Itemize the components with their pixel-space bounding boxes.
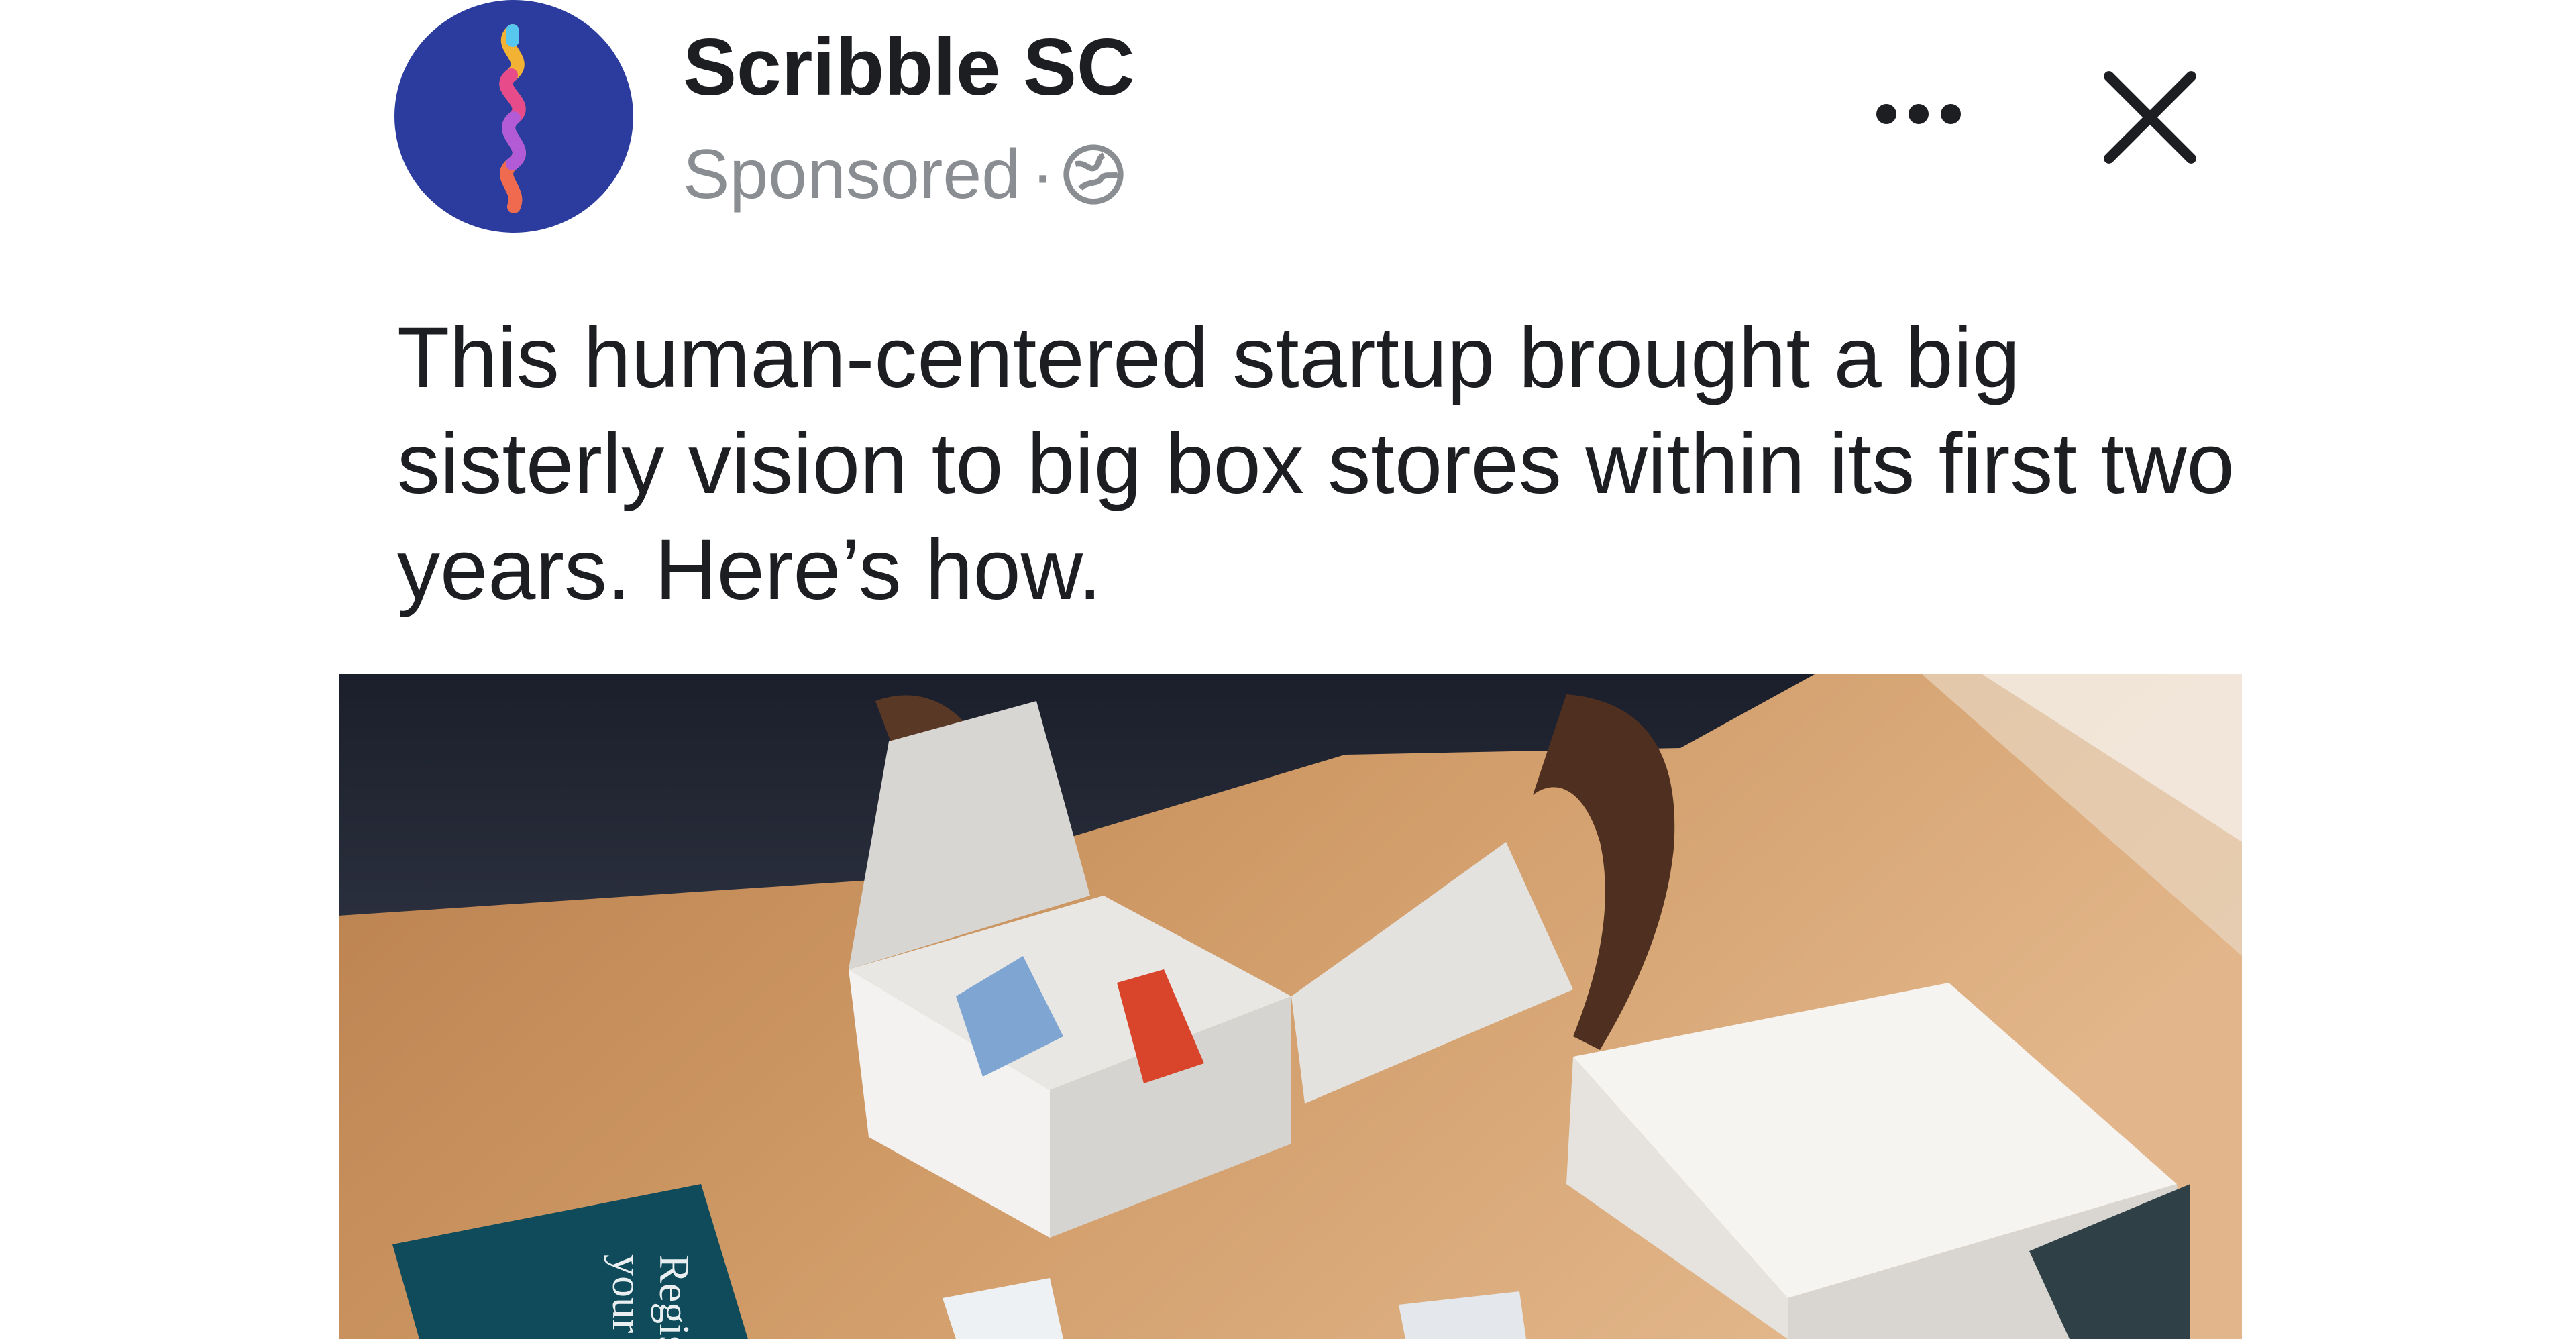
more-options-dot	[1909, 104, 1929, 124]
more-options-dot	[1941, 104, 1961, 124]
more-options-icon	[1876, 104, 1896, 124]
meta-separator: ·	[1031, 136, 1055, 213]
close-button[interactable]	[2093, 60, 2207, 174]
booklet-text: Regis your	[604, 1254, 698, 1339]
scribble-logo-icon	[499, 24, 526, 213]
booklet-line: Regis	[651, 1254, 698, 1339]
globe-icon	[1061, 142, 1126, 207]
sponsored-post: Scribble SC Sponsored · This human-cente…	[0, 0, 2576, 1339]
ad-image[interactable]	[339, 674, 2242, 1339]
product-box-photo	[339, 674, 2242, 1339]
booklet-line: your	[604, 1254, 651, 1334]
close-icon	[2104, 71, 2196, 164]
more-options-button[interactable]	[1858, 81, 1979, 148]
post-meta: Sponsored ·	[683, 140, 1126, 209]
page-name[interactable]: Scribble SC	[683, 27, 1135, 107]
sponsored-label[interactable]: Sponsored	[683, 140, 1020, 209]
post-caption: This human-centered startup brought a bi…	[397, 310, 2235, 618]
page-avatar[interactable]	[394, 0, 633, 233]
